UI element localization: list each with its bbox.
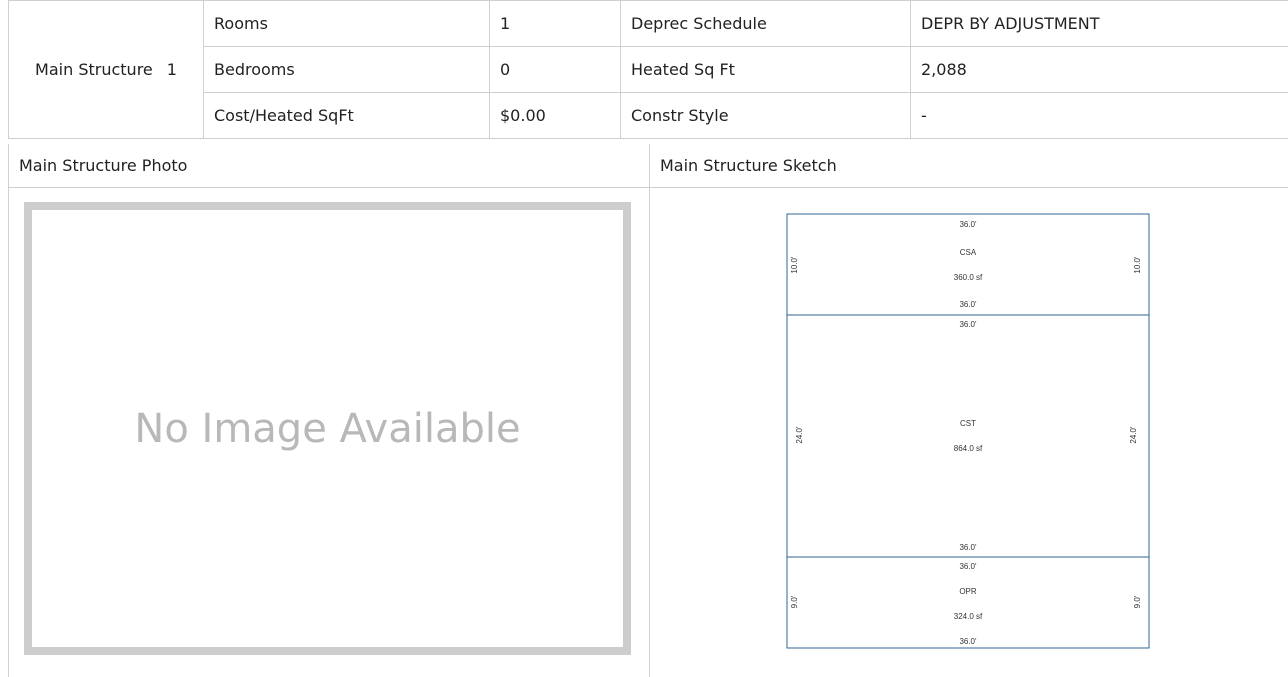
constr-style-label: Constr Style [620,92,911,139]
cst-right-dim: 24.0' [1129,426,1138,444]
opr-bottom-dim: 36.0' [959,637,977,646]
no-image-text: No Image Available [134,405,521,452]
sketch-area-cst: 36.0' CST 864.0 sf 36.0' 24.0' 24.0' [786,314,1150,558]
csa-left-dim: 10.0' [790,256,799,274]
cost-per-sqft-value: $0.00 [489,92,621,139]
opr-code: OPR [959,587,977,596]
deprec-schedule-value: DEPR BY ADJUSTMENT [910,0,1288,47]
table-row: Main Structure 1 Rooms 1 Deprec Schedule … [8,0,1288,139]
structure-label: Main Structure [35,60,153,79]
heated-sqft-value: 2,088 [910,46,1288,93]
csa-code: CSA [960,248,977,257]
opr-area: 324.0 sf [954,612,983,621]
csa-bottom-dim: 36.0' [959,300,977,309]
heated-sqft-label: Heated Sq Ft [620,46,911,93]
bedrooms-value: 0 [489,46,621,93]
constr-style-value: - [910,92,1288,139]
floor-plan-sketch: 36.0' CSA 360.0 sf 36.0' 10.0' 10.0' 36.… [786,213,1150,649]
structure-panel: Main Structure 1 Rooms 1 Deprec Schedule … [0,0,1288,677]
cst-code: CST [960,419,976,428]
sketch-header: Main Structure Sketch [650,144,1288,188]
sketch-area-csa: 36.0' CSA 360.0 sf 36.0' 10.0' 10.0' [786,213,1150,316]
csa-right-dim: 10.0' [1133,256,1142,274]
cost-per-sqft-label: Cost/Heated SqFt [203,92,490,139]
opr-top-dim: 36.0' [959,562,977,571]
sketch-area-opr: 36.0' OPR 324.0 sf 36.0' 9.0' 9.0' [786,556,1150,649]
rooms-label: Rooms [203,0,490,47]
opr-right-dim: 9.0' [1133,595,1142,608]
no-image-placeholder: No Image Available [24,202,631,655]
cst-top-dim: 36.0' [959,320,977,329]
bedrooms-label: Bedrooms [203,46,490,93]
cst-bottom-dim: 36.0' [959,543,977,552]
cst-left-dim: 24.0' [795,426,804,444]
sketch-rect-cst [786,314,1150,558]
csa-area: 360.0 sf [954,273,983,282]
deprec-schedule-label: Deprec Schedule [620,0,911,47]
csa-top-dim: 36.0' [959,220,977,229]
rooms-value: 1 [489,0,621,47]
opr-left-dim: 9.0' [790,595,799,608]
structure-number: 1 [166,60,177,79]
structure-info-table: Main Structure 1 Rooms 1 Deprec Schedule … [8,0,1288,139]
cst-area: 864.0 sf [954,444,983,453]
sketch-panel: 36.0' CSA 360.0 sf 36.0' 10.0' 10.0' 36.… [650,188,1288,677]
structure-label-cell: Main Structure 1 [8,0,204,139]
photo-panel: No Image Available [8,188,650,677]
photo-header: Main Structure Photo [8,144,650,188]
